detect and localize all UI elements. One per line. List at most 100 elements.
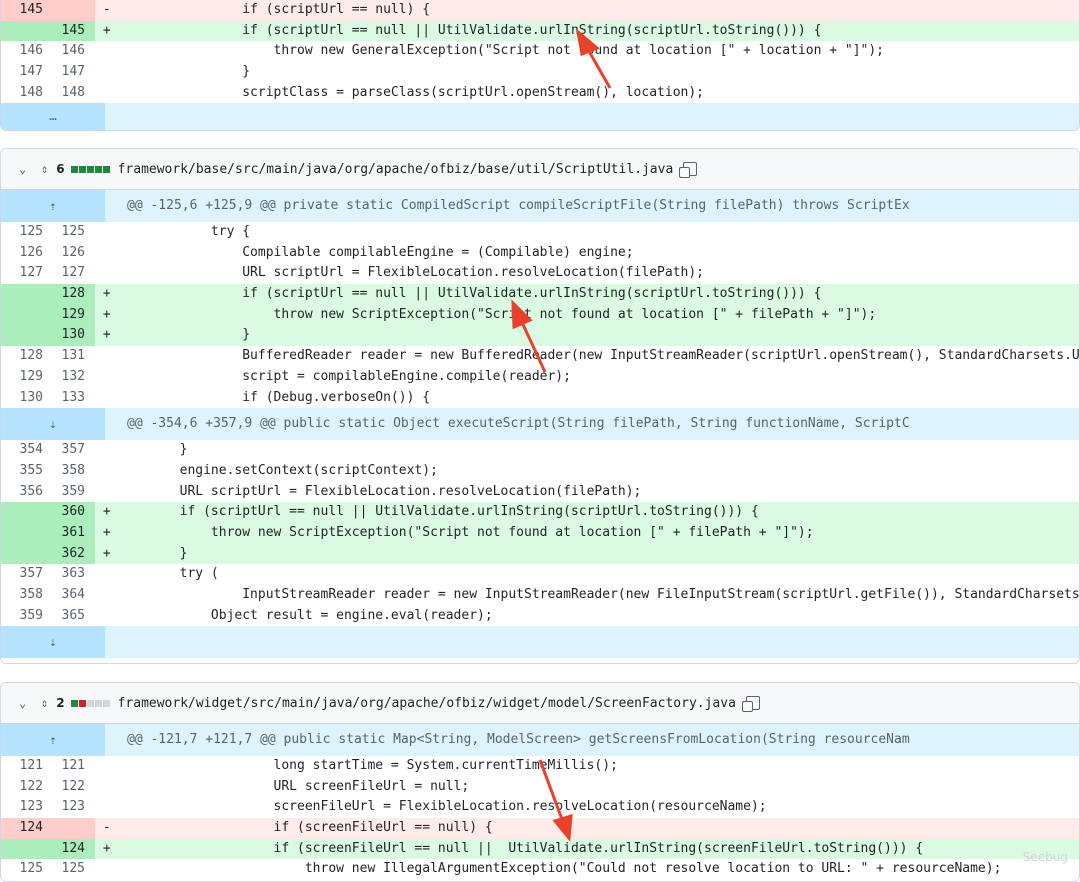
context-line: 129 132 script = compilableEngine.compile… [1,367,1079,388]
old-line-number[interactable] [1,502,53,523]
new-line-number[interactable]: 365 [53,606,95,627]
new-line-number[interactable]: 357 [53,440,95,461]
file-path[interactable]: framework/base/src/main/java/org/apache/… [118,162,674,177]
chevron-down-icon[interactable]: ⌄ [19,696,33,710]
old-line-number[interactable]: 123 [1,797,53,818]
new-line-number[interactable]: 145 [53,20,95,42]
old-line-number[interactable]: 126 [1,243,53,264]
new-line-number[interactable]: 129 [53,304,95,326]
new-line-number[interactable]: 362 [53,543,95,565]
old-line-number[interactable]: 125 [1,859,53,880]
new-line-number[interactable]: 364 [53,585,95,606]
old-line-number[interactable]: 358 [1,585,53,606]
old-line-number[interactable]: 128 [1,346,53,367]
new-line-number[interactable]: 122 [53,777,95,798]
expand-down-icon[interactable]: ⋯ [1,103,105,130]
expand-both-icon[interactable]: ⇣ [1,408,105,441]
code-text: screenFileUrl = FlexibleLocation.resolve… [117,799,767,815]
code-text: BufferedReader reader = new BufferedRead… [117,348,1079,364]
old-line-number[interactable]: 127 [1,263,53,284]
new-line-number[interactable]: 132 [53,367,95,388]
new-line-number[interactable]: 147 [53,62,95,83]
context-line: 127 127 URL scriptUrl = FlexibleLocation.… [1,263,1079,284]
old-line-number[interactable]: 124 [1,818,53,839]
new-line-number[interactable]: 128 [53,284,95,305]
old-line-number[interactable] [1,20,53,42]
old-line-number[interactable]: 125 [1,222,53,243]
new-line-number[interactable]: 127 [53,263,95,284]
expand-all-icon[interactable]: ⇕ [41,696,48,710]
old-line-number[interactable] [1,522,53,544]
change-count: 6 [56,162,65,176]
context-line: 128 131 BufferedReader reader = new Buffe… [1,346,1079,367]
code-text: if (screenFileUrl == null || UtilValidat… [117,840,924,856]
new-line-number[interactable]: 146 [53,41,95,62]
code-text: if (scriptUrl == null || UtilValidate.ur… [117,504,759,520]
added-line: 362 + } [1,543,1079,565]
old-line-number[interactable] [1,543,53,565]
context-line: 146 146 throw new GeneralException("Scrip… [1,41,1079,62]
new-line-number[interactable]: 363 [53,564,95,585]
added-line: 361 + throw new ScriptException("Script … [1,522,1079,544]
new-line-number[interactable]: 124 [53,838,95,860]
old-line-number[interactable] [1,838,53,860]
old-line-number[interactable] [1,325,53,347]
old-line-number[interactable]: 121 [1,756,53,777]
new-line-number[interactable]: 126 [53,243,95,264]
code-text: try { [117,224,251,239]
code-text: if (scriptUrl == null) { [117,2,431,17]
expand-up-icon[interactable]: ⇡ [1,190,105,222]
context-line: 126 126 Compilable compilableEngine = (Co… [1,243,1079,264]
new-line-number[interactable]: 123 [53,797,95,818]
old-line-number[interactable]: 145 [1,0,53,21]
diff-file-script-helper: 145 - if (scriptUrl == null) {145 + if (… [0,0,1080,131]
file-header: ⌄ ⇕ 2 framework/widget/src/main/java/org… [1,683,1079,724]
old-line-number[interactable]: 147 [1,62,53,83]
expand-down-row[interactable]: ⇣ [1,626,1079,659]
old-line-number[interactable]: 130 [1,388,53,409]
new-line-number[interactable]: 131 [53,346,95,367]
diff-sign: + [95,286,111,302]
diff-sign: + [95,306,111,322]
copy-path-icon[interactable] [679,162,698,178]
watermark: Seebug [1022,850,1068,864]
new-line-number[interactable]: 121 [53,756,95,777]
expand-up-icon[interactable]: ⇡ [1,724,105,756]
diff-sign [95,440,117,461]
file-path[interactable]: framework/widget/src/main/java/org/apach… [118,696,736,711]
hunk-header: ⇣ @@ -354,6 +357,9 @@ public static Obje… [1,408,1079,441]
new-line-number[interactable] [53,818,95,839]
new-line-number[interactable]: 360 [53,502,95,523]
expand-all-icon[interactable]: ⇕ [41,162,48,176]
chevron-down-icon[interactable]: ⌄ [19,162,33,176]
old-line-number[interactable]: 146 [1,41,53,62]
old-line-number[interactable] [1,284,53,305]
old-line-number[interactable]: 355 [1,461,53,482]
expand-down-row[interactable]: ⋯ [1,103,1079,130]
expand-down-icon[interactable]: ⇣ [1,626,105,659]
diff-sign: + [95,840,111,856]
new-line-number[interactable]: 361 [53,522,95,544]
new-line-number[interactable]: 130 [53,325,95,347]
old-line-number[interactable] [1,304,53,326]
old-line-number[interactable]: 148 [1,83,53,104]
old-line-number[interactable]: 359 [1,606,53,627]
copy-path-icon[interactable] [741,696,760,712]
diff-sign [95,263,117,284]
diff-file-scriptutil: ⌄ ⇕ 6 framework/base/src/main/java/org/a… [0,148,1080,664]
old-line-number[interactable]: 122 [1,777,53,798]
diff-sign [95,564,117,585]
new-line-number[interactable]: 125 [53,222,95,243]
new-line-number[interactable]: 125 [53,859,95,880]
new-line-number[interactable]: 133 [53,388,95,409]
new-line-number[interactable]: 359 [53,482,95,503]
code-text: } [117,545,188,561]
old-line-number[interactable]: 129 [1,367,53,388]
old-line-number[interactable]: 354 [1,440,53,461]
new-line-number[interactable] [53,0,95,21]
old-line-number[interactable]: 356 [1,482,53,503]
old-line-number[interactable]: 357 [1,564,53,585]
new-line-number[interactable]: 148 [53,83,95,104]
new-line-number[interactable]: 358 [53,461,95,482]
code-text: InputStreamReader reader = new InputStre… [117,587,1079,602]
